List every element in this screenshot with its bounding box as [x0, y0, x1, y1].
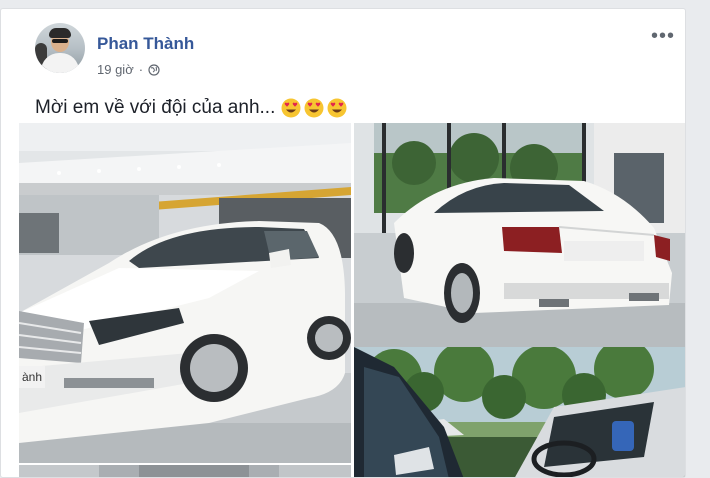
globe-icon[interactable]	[148, 63, 160, 76]
heart-eyes-emoji	[304, 98, 324, 118]
post-timestamp[interactable]: 19 giờ	[97, 62, 134, 77]
post-text: Mời em về với đội của anh...	[35, 97, 276, 118]
heart-eyes-emoji	[281, 98, 301, 118]
meta-separator: ·	[138, 62, 144, 77]
photo-4[interactable]	[19, 465, 351, 477]
author-avatar[interactable]	[35, 23, 85, 73]
post-text-row: Mời em về với đội của anh...	[35, 97, 347, 119]
photo-1[interactable]: ành	[19, 123, 351, 463]
showroom-sign: ành	[19, 366, 45, 388]
emoji-group	[281, 98, 347, 118]
photo-2[interactable]	[354, 123, 685, 351]
heart-eyes-emoji	[327, 98, 347, 118]
more-options-icon[interactable]: •••	[651, 26, 675, 46]
post-card: Phan Thành 19 giờ · ••• Mời em về với độ…	[0, 8, 686, 478]
photo-3[interactable]	[354, 347, 685, 477]
author-name[interactable]: Phan Thành	[97, 34, 194, 54]
post-meta: 19 giờ ·	[97, 62, 160, 77]
